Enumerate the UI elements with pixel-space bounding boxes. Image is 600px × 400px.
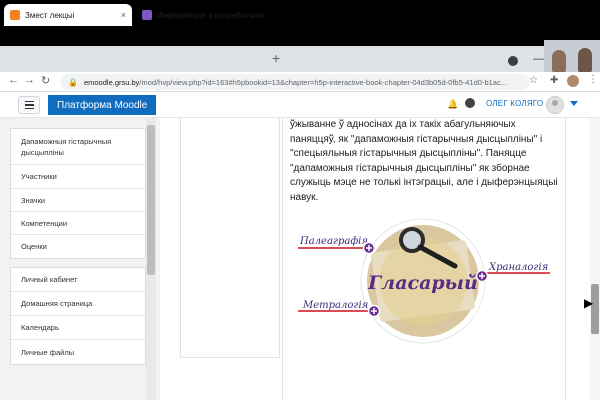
chapter-paragraph: ўжыванне ў адносінах да іх такіх абагуль…: [290, 119, 558, 203]
hotspot-plus-icon[interactable]: [475, 269, 489, 283]
nav-group-course: Дапаможныя гістарычныя дысцыпліны Участн…: [10, 128, 146, 259]
hotspot-plus-icon[interactable]: [367, 304, 381, 318]
nav-item-course[interactable]: Дапаможныя гістарычныя дысцыпліны: [11, 129, 145, 165]
minimize-icon[interactable]: —: [533, 53, 544, 65]
graphic-center-label: Гласарый: [367, 272, 478, 294]
url-input[interactable]: 🔒 emoodle.grsu.by/mod/hvp/view.php?id=16…: [60, 74, 530, 90]
webcam-person: [578, 48, 592, 72]
graphic-label-metrology: Метралогія: [302, 300, 368, 311]
forward-icon[interactable]: →: [24, 74, 35, 86]
nav-item-private-files[interactable]: Личные файлы: [11, 340, 145, 364]
glossary-graphic: Гласарый Палеаграфія Метралогія Храналог…: [298, 218, 550, 344]
url-path: /mod/hvp/view.php?id=163#h5pbookid=13&ch…: [139, 77, 507, 87]
browser-menu-icon[interactable]: ⋮: [588, 74, 598, 85]
messages-chat-icon[interactable]: [465, 98, 475, 108]
nav-item-grades[interactable]: Оценки: [11, 235, 145, 258]
moodle-brand-link[interactable]: Платформа Moodle: [48, 95, 157, 115]
tab-search-icon[interactable]: [508, 56, 518, 66]
hotspot-plus-icon[interactable]: [362, 241, 376, 255]
page-favicon-icon: [142, 10, 152, 20]
nav-group-site: Личный кабинет Домашняя страница Календа…: [10, 267, 146, 365]
moodle-favicon-icon: [10, 10, 20, 20]
webcam-person: [552, 50, 566, 72]
tab-developers-info[interactable]: Информация о разработчиках ... ×: [136, 4, 264, 26]
nav-item-calendar[interactable]: Календарь: [11, 316, 145, 340]
tab-close-icon[interactable]: ×: [121, 10, 126, 20]
drawer-scrollbar-thumb[interactable]: [147, 125, 155, 275]
drawer-toggle-button[interactable]: [18, 96, 40, 114]
graphic-label-chronology: Храналогія: [488, 262, 548, 273]
mouse-cursor-icon: ▶: [584, 296, 594, 310]
extensions-icon[interactable]: ✚: [550, 75, 558, 86]
tab-lecture-contents[interactable]: Змест лекцыі ×: [4, 4, 132, 26]
page-scrollbar[interactable]: [590, 118, 600, 400]
lock-icon: 🔒: [68, 77, 78, 87]
nav-item-dashboard[interactable]: Личный кабинет: [11, 268, 145, 292]
new-tab-button[interactable]: +: [272, 50, 280, 66]
book-navigation-panel: [180, 118, 280, 358]
notifications-bell-icon[interactable]: 🔔: [447, 99, 458, 110]
back-icon[interactable]: ←: [8, 74, 19, 86]
user-avatar[interactable]: [546, 96, 564, 114]
tab-title: Змест лекцыі: [25, 10, 75, 20]
tab-title: Информация о разработчиках ...: [157, 10, 264, 20]
bookmark-star-icon[interactable]: ☆: [529, 75, 538, 86]
browser-profile-avatar[interactable]: [567, 75, 579, 87]
graphic-label-palaeography: Палеаграфія: [299, 236, 368, 247]
webcam-overlay: [544, 40, 600, 76]
url-host: emoodle.grsu.by: [83, 77, 140, 87]
nav-item-home[interactable]: Домашняя страница: [11, 292, 145, 316]
user-menu-caret-icon[interactable]: [570, 101, 578, 106]
user-name[interactable]: ОЛЕГ КОЛЯГО: [486, 99, 543, 108]
nav-item-participants[interactable]: Участники: [11, 165, 145, 189]
nav-item-competencies[interactable]: Компетенции: [11, 212, 145, 235]
reload-icon[interactable]: ↻: [41, 74, 50, 87]
screen: Змест лекцыі × Информация о разработчика…: [0, 0, 600, 400]
nav-item-badges[interactable]: Значки: [11, 189, 145, 212]
